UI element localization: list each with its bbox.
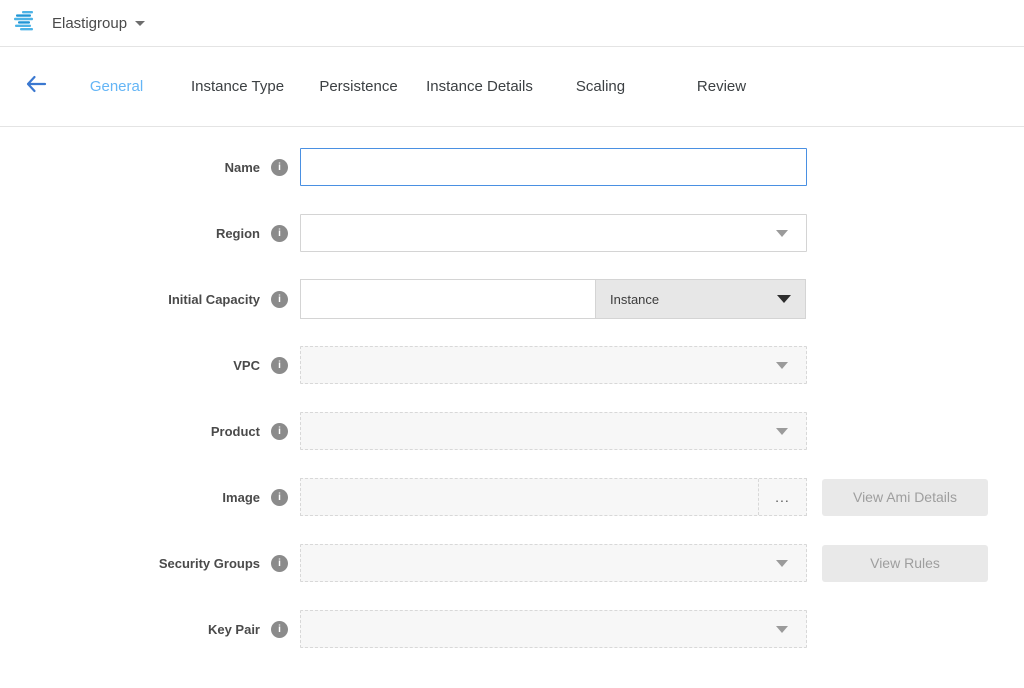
arrow-left-icon <box>25 75 47 98</box>
name-row: Name i <box>0 148 1024 186</box>
initial-capacity-input[interactable] <box>300 279 596 319</box>
chevron-down-icon <box>135 21 145 26</box>
image-browse-button[interactable]: ... <box>758 479 806 515</box>
security-groups-row: Security Groups i View Rules <box>0 544 1024 582</box>
vpc-label: VPC <box>233 358 260 373</box>
chevron-down-icon <box>777 295 791 303</box>
key-pair-row: Key Pair i <box>0 610 1024 648</box>
wizard-tabs: General Instance Type Persistence Instan… <box>56 78 782 95</box>
product-select[interactable] <box>300 412 807 450</box>
chevron-down-icon <box>776 428 788 435</box>
chevron-down-icon <box>776 626 788 633</box>
tab-scaling[interactable]: Scaling <box>540 78 661 95</box>
general-settings-form: Name i Region i Initial Capacity i Inst <box>0 127 1024 648</box>
name-input[interactable] <box>300 148 807 186</box>
vpc-row: VPC i <box>0 346 1024 384</box>
view-rules-button[interactable]: View Rules <box>822 545 988 582</box>
security-groups-select[interactable] <box>300 544 807 582</box>
initial-capacity-label: Initial Capacity <box>168 292 260 307</box>
image-field[interactable]: ... <box>300 478 807 516</box>
product-label: Product <box>211 424 260 439</box>
image-label: Image <box>222 490 260 505</box>
region-label: Region <box>216 226 260 241</box>
security-groups-label: Security Groups <box>159 556 260 571</box>
security-groups-info-icon[interactable]: i <box>271 555 288 572</box>
region-select[interactable] <box>300 214 807 252</box>
key-pair-label: Key Pair <box>208 622 260 637</box>
app-name: Elastigroup <box>52 15 127 32</box>
name-label: Name <box>225 160 260 175</box>
image-value <box>301 479 758 515</box>
tab-persistence[interactable]: Persistence <box>298 78 419 95</box>
capacity-unit-select[interactable]: Instance <box>596 279 806 319</box>
image-info-icon[interactable]: i <box>271 489 288 506</box>
chevron-down-icon <box>776 230 788 237</box>
app-switcher[interactable]: Elastigroup <box>52 15 145 32</box>
region-info-icon[interactable]: i <box>271 225 288 242</box>
key-pair-info-icon[interactable]: i <box>271 621 288 638</box>
top-app-bar: Elastigroup <box>0 0 1024 47</box>
chevron-down-icon <box>776 362 788 369</box>
name-info-icon[interactable]: i <box>271 159 288 176</box>
capacity-unit-value: Instance <box>610 292 659 307</box>
elastigroup-logo-icon <box>14 9 40 38</box>
region-row: Region i <box>0 214 1024 252</box>
chevron-down-icon <box>776 560 788 567</box>
view-ami-details-button[interactable]: View Ami Details <box>822 479 988 516</box>
initial-capacity-info-icon[interactable]: i <box>271 291 288 308</box>
back-button[interactable] <box>18 69 54 105</box>
tab-general[interactable]: General <box>56 78 177 95</box>
image-row: Image i ... View Ami Details <box>0 478 1024 516</box>
tab-instance-type[interactable]: Instance Type <box>177 78 298 95</box>
product-info-icon[interactable]: i <box>271 423 288 440</box>
wizard-tab-bar: General Instance Type Persistence Instan… <box>0 47 1024 127</box>
product-row: Product i <box>0 412 1024 450</box>
key-pair-select[interactable] <box>300 610 807 648</box>
tab-instance-details[interactable]: Instance Details <box>419 78 540 95</box>
vpc-info-icon[interactable]: i <box>271 357 288 374</box>
vpc-select[interactable] <box>300 346 807 384</box>
initial-capacity-row: Initial Capacity i Instance <box>0 280 1024 318</box>
tab-review[interactable]: Review <box>661 78 782 95</box>
